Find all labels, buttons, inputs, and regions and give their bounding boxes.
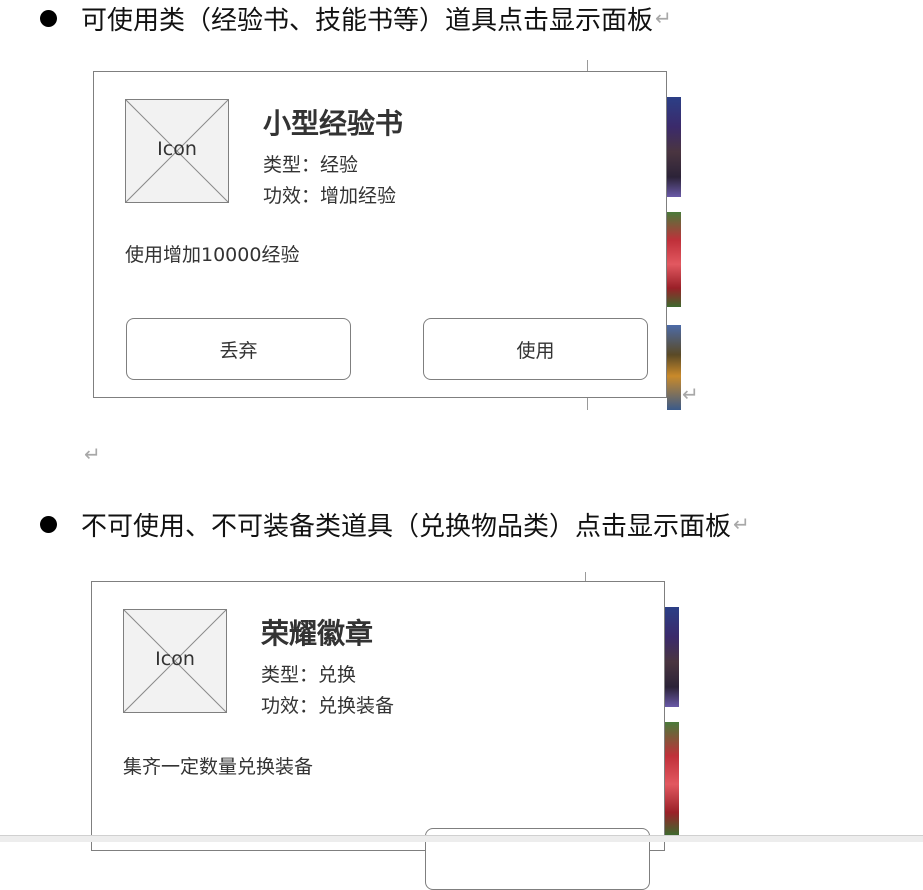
item-icon-placeholder: Icon xyxy=(125,99,229,203)
bullet-heading-1: 可使用类（经验书、技能书等）道具点击显示面板 ↵ xyxy=(40,0,672,36)
heading-text: 不可使用、不可装备类道具（兑换物品类）点击显示面板 xyxy=(81,511,732,542)
item-type: 类型：兑换 xyxy=(261,664,357,686)
side-image-strip xyxy=(667,97,681,410)
bullet-heading-2: 不可使用、不可装备类道具（兑换物品类）点击显示面板 ↵ xyxy=(40,506,750,542)
item-description: 使用增加10000经验 xyxy=(125,244,300,266)
bullet-icon xyxy=(40,9,57,27)
discard-button[interactable]: 丢弃 xyxy=(126,318,351,380)
icon-label: Icon xyxy=(157,138,197,160)
side-image-strip xyxy=(665,607,679,835)
paragraph-mark-icon: ↵ xyxy=(84,442,101,466)
item-detail-panel: Icon 小型经验书 类型：经验 功效：增加经验 使用增加10000经验 丢弃 … xyxy=(93,71,667,398)
item-description: 集齐一定数量兑换装备 xyxy=(123,756,314,778)
item-icon-placeholder: Icon xyxy=(123,609,227,713)
item-detail-panel: Icon 荣耀徽章 类型：兑换 功效：兑换装备 集齐一定数量兑换装备 xyxy=(91,581,665,890)
paragraph-mark-icon: ↵ xyxy=(655,6,672,30)
bullet-icon xyxy=(40,515,57,533)
item-title: 荣耀徽章 xyxy=(261,617,374,650)
item-title: 小型经验书 xyxy=(263,107,404,140)
icon-label: Icon xyxy=(155,648,195,670)
paragraph-mark-icon: ↵ xyxy=(733,512,750,536)
item-effect: 功效：兑换装备 xyxy=(261,695,395,717)
item-type: 类型：经验 xyxy=(263,154,359,176)
heading-text: 可使用类（经验书、技能书等）道具点击显示面板 xyxy=(81,5,654,36)
paragraph-mark-icon: ↵ xyxy=(682,382,699,406)
item-effect: 功效：增加经验 xyxy=(263,185,397,207)
use-button[interactable]: 使用 xyxy=(423,318,648,380)
